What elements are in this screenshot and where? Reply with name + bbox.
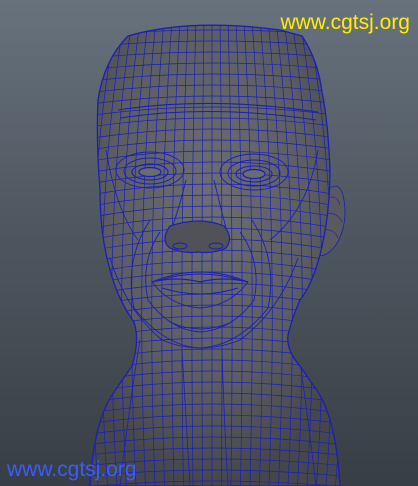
watermark-bottom: www.cgtsj.org — [7, 458, 137, 481]
3d-viewport[interactable]: www.cgtsj.org www.cgtsj.org — [0, 0, 418, 486]
eye-right — [242, 168, 266, 180]
eye-left — [138, 166, 162, 178]
head-wireframe-model[interactable] — [0, 0, 418, 486]
watermark-top: www.cgtsj.org — [280, 11, 410, 34]
